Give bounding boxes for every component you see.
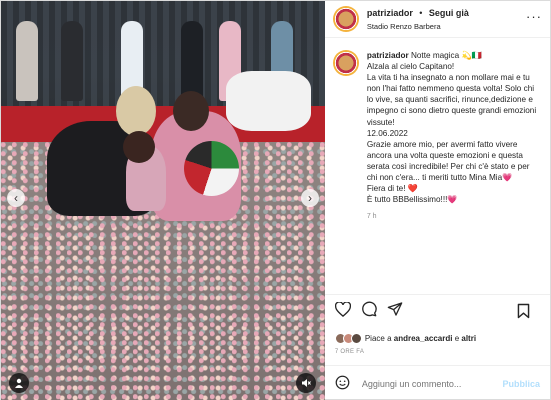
avatar[interactable] (332, 6, 359, 32)
author-username[interactable]: patriziador (367, 8, 413, 18)
post-timestamp[interactable]: 7 ORE FA (325, 349, 550, 365)
trophy-ball (184, 141, 239, 196)
caption-line: Notte magica 💫🇮🇹 (410, 51, 482, 60)
location-link[interactable]: Stadio Renzo Barbera (367, 21, 469, 33)
more-horizontal-icon[interactable]: ··· (526, 9, 542, 24)
caption-username[interactable]: patriziador (367, 51, 409, 60)
chevron-right-icon[interactable]: › (301, 189, 319, 207)
caption-time[interactable]: 7 h (367, 211, 537, 222)
avatar[interactable] (350, 332, 362, 344)
instagram-post: ‹ › patriziador • Segui già Stadio Renzo… (0, 0, 551, 400)
separator: • (419, 7, 423, 18)
likes-others-link[interactable]: altri (461, 334, 476, 343)
caption-text: patriziador Notte magica 💫🇮🇹 Alzala al c… (367, 50, 537, 294)
action-bar (324, 294, 550, 327)
send-icon[interactable] (387, 301, 403, 321)
post-sidebar: patriziador • Segui già Stadio Renzo Bar… (324, 1, 550, 400)
comment-icon[interactable] (361, 301, 377, 321)
caption-line: È tutto BBBellissimo!!!💗 (366, 195, 458, 205)
smiley-icon[interactable] (335, 375, 350, 393)
liker-username[interactable]: andrea_accardi (394, 334, 453, 343)
user-tag-icon[interactable] (9, 373, 29, 393)
publish-button[interactable]: Pubblica (502, 379, 540, 389)
bookmark-icon[interactable] (517, 303, 530, 323)
caption-line: Grazie amore mio, per avermi fatto viver… (366, 139, 530, 183)
post-photo[interactable]: ‹ › (1, 1, 325, 400)
comment-input[interactable] (361, 378, 482, 389)
comment-bar: Pubblica (324, 365, 550, 400)
caption-line: La vita ti ha insegnato a non mollare ma… (366, 73, 537, 127)
following-button[interactable]: Segui già (429, 8, 469, 18)
chevron-left-icon[interactable]: ‹ (7, 189, 25, 207)
mute-icon[interactable] (296, 373, 316, 393)
heart-icon[interactable] (334, 300, 351, 321)
caption-date: 12.06.2022 (366, 128, 408, 138)
post-header: patriziador • Segui già Stadio Renzo Bar… (324, 1, 550, 38)
caption-line: Fiera di te! ❤️ (366, 184, 418, 194)
caption-area: patriziador Notte magica 💫🇮🇹 Alzala al c… (325, 38, 550, 294)
avatar[interactable] (332, 50, 359, 76)
likes-row: Piace a andrea_accardi e altri (325, 327, 550, 349)
caption-line: Alzala al cielo Capitano! (366, 62, 455, 72)
